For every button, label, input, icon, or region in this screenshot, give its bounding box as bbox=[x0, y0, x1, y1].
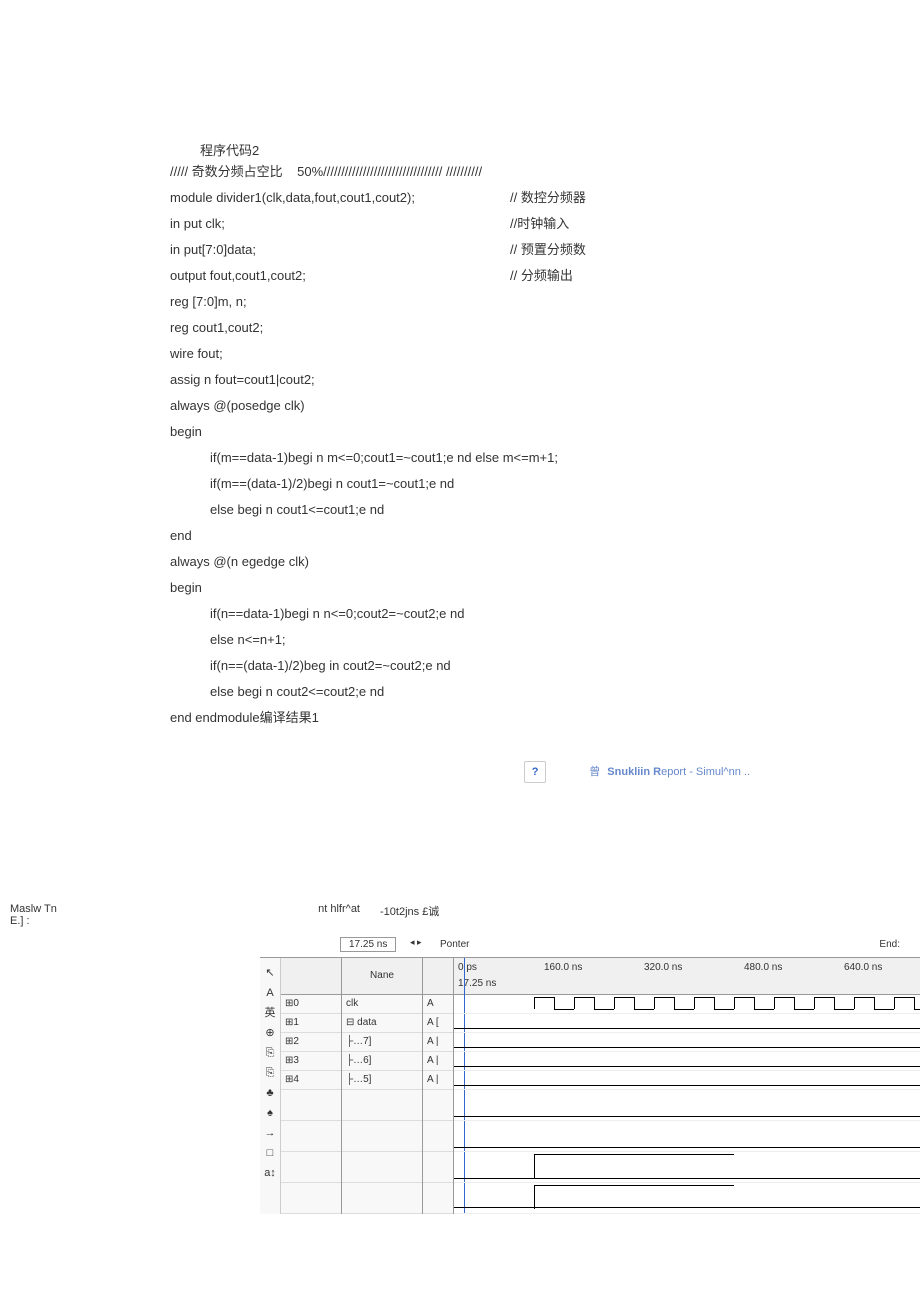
simulation-area: Maslw Tn E.] : nt hlfr^at -10t2jns £诚 17… bbox=[0, 903, 920, 1214]
code-line: reg cout1,cout2; bbox=[170, 315, 750, 341]
tool-button[interactable]: ⎘ bbox=[261, 1064, 279, 1082]
pointer-label: Ponter bbox=[440, 939, 469, 950]
code-line: in put clk;//时钟输入 bbox=[170, 211, 750, 237]
signal-value: A bbox=[423, 995, 453, 1014]
report-link[interactable]: Snukliin Report - Simul^nn .. bbox=[607, 766, 750, 778]
tool-button[interactable]: □ bbox=[261, 1144, 279, 1162]
tool-button[interactable]: a↕ bbox=[261, 1164, 279, 1182]
window-icon: 曾 bbox=[589, 763, 600, 779]
code-line: reg [7:0]m, n; bbox=[170, 289, 750, 315]
tool-button[interactable]: A bbox=[261, 984, 279, 1002]
end-label: End: bbox=[879, 939, 900, 950]
waveform-container: ↖A英⊕⎘⎘♣♠→□a↕ ⊞0⊞1⊞2⊞3⊞4 Nane clk⊟ data├…… bbox=[260, 957, 920, 1214]
pointer-row: 17.25 ns ◂ ▸ Ponter End: bbox=[260, 935, 920, 957]
tool-button[interactable]: ⎘ bbox=[261, 1044, 279, 1062]
time-ruler: 17.25 ns 0 ps160.0 ns320.0 ns480.0 ns640… bbox=[454, 958, 920, 995]
help-icon[interactable]: ? bbox=[524, 761, 546, 783]
code-line: always @(n egedge clk) bbox=[170, 549, 750, 575]
wave-row bbox=[454, 1152, 920, 1183]
wave-row bbox=[454, 1052, 920, 1071]
code-line: if(m==(data-1)/2)begi n cout1=~cout1;e n… bbox=[170, 471, 750, 497]
code-line: always @(posedge clk) bbox=[170, 393, 750, 419]
signal-name[interactable]: ├…5] bbox=[342, 1071, 422, 1090]
signal-value: A | bbox=[423, 1033, 453, 1052]
signal-index[interactable]: ⊞0 bbox=[281, 995, 341, 1014]
code-line: wire fout; bbox=[170, 341, 750, 367]
code-line: ///// 奇数分频占空比 50%///////////////////////… bbox=[170, 159, 750, 185]
signal-index[interactable]: ⊞1 bbox=[281, 1014, 341, 1033]
time-tick: 160.0 ns bbox=[544, 962, 582, 973]
signal-value: A | bbox=[423, 1052, 453, 1071]
signal-index[interactable]: ⊞2 bbox=[281, 1033, 341, 1052]
signal-name[interactable]: clk bbox=[342, 995, 422, 1014]
time-tick: 480.0 ns bbox=[744, 962, 782, 973]
wave-row bbox=[454, 1033, 920, 1052]
signal-value: A | bbox=[423, 1071, 453, 1090]
tool-button[interactable]: 英 bbox=[261, 1004, 279, 1022]
report-link-row: ? 曾 Snukliin Report - Simul^nn .. bbox=[170, 761, 750, 783]
signal-index[interactable]: ⊞4 bbox=[281, 1071, 341, 1090]
code-title: 程序代码2 bbox=[170, 140, 750, 159]
code-line: output fout,cout1,cout2;// 分频输出 bbox=[170, 263, 750, 289]
signal-value-column: AA [A |A |A | bbox=[423, 958, 454, 1214]
code-line: else begi n cout2<=cout2;e nd bbox=[170, 679, 750, 705]
code-line: else begi n cout1<=cout1;e nd bbox=[170, 497, 750, 523]
code-line: begin bbox=[170, 419, 750, 445]
code-line: module divider1(clk,data,fout,cout1,cout… bbox=[170, 185, 750, 211]
sim-header-right: -10t2jns £诚 bbox=[380, 903, 920, 927]
signal-index[interactable]: ⊞3 bbox=[281, 1052, 341, 1071]
code-line: end bbox=[170, 523, 750, 549]
wave-row bbox=[454, 1183, 920, 1214]
wave-row bbox=[454, 1121, 920, 1152]
code-block: ///// 奇数分频占空比 50%///////////////////////… bbox=[170, 159, 750, 731]
wave-row bbox=[454, 995, 920, 1014]
signal-name[interactable]: ├…6] bbox=[342, 1052, 422, 1071]
wave-row bbox=[454, 1014, 920, 1033]
tool-button[interactable]: ♠ bbox=[261, 1104, 279, 1122]
code-line: if(n==(data-1)/2)beg in cout2=~cout2;e n… bbox=[170, 653, 750, 679]
signal-name-column: Nane clk⊟ data├…7]├…6]├…5] bbox=[342, 958, 423, 1214]
tool-button[interactable]: ↖ bbox=[261, 964, 279, 982]
time-tick: 640.0 ns bbox=[844, 962, 882, 973]
waveform-column[interactable]: 17.25 ns 0 ps160.0 ns320.0 ns480.0 ns640… bbox=[454, 958, 920, 1214]
pointer-stepper[interactable]: ◂ ▸ bbox=[410, 937, 422, 948]
time-tick: 0 ps bbox=[458, 962, 477, 973]
wave-row bbox=[454, 1071, 920, 1090]
code-line: end endmodule编译结果1 bbox=[170, 705, 750, 731]
tool-button[interactable]: → bbox=[261, 1124, 279, 1142]
signal-value: A [ bbox=[423, 1014, 453, 1033]
code-line: begin bbox=[170, 575, 750, 601]
code-line: if(n==data-1)begi n n<=0;cout2=~cout2;e … bbox=[170, 601, 750, 627]
signal-name[interactable]: ⊟ data bbox=[342, 1014, 422, 1033]
sim-header-left: Maslw Tn E.] : bbox=[0, 903, 100, 927]
tool-column: ↖ A英 ⊕ ⎘ ⎘ ♣ ♠ → □ a↕ bbox=[260, 958, 281, 1214]
signal-name[interactable]: ├…7] bbox=[342, 1033, 422, 1052]
tool-button[interactable]: ♣ bbox=[261, 1084, 279, 1102]
signal-index-column: ⊞0⊞1⊞2⊞3⊞4 bbox=[281, 958, 342, 1214]
sim-header-mid: nt hlfr^at bbox=[100, 903, 380, 927]
code-line: else n<=n+1; bbox=[170, 627, 750, 653]
code-line: in put[7:0]data;// 预置分频数 bbox=[170, 237, 750, 263]
code-line: if(m==data-1)begi n m<=0;cout1=~cout1;e … bbox=[170, 445, 750, 471]
code-line: assig n fout=cout1|cout2; bbox=[170, 367, 750, 393]
time-tick: 320.0 ns bbox=[644, 962, 682, 973]
pointer-value[interactable]: 17.25 ns bbox=[340, 937, 396, 952]
wave-row bbox=[454, 1090, 920, 1121]
tool-button[interactable]: ⊕ bbox=[261, 1024, 279, 1042]
